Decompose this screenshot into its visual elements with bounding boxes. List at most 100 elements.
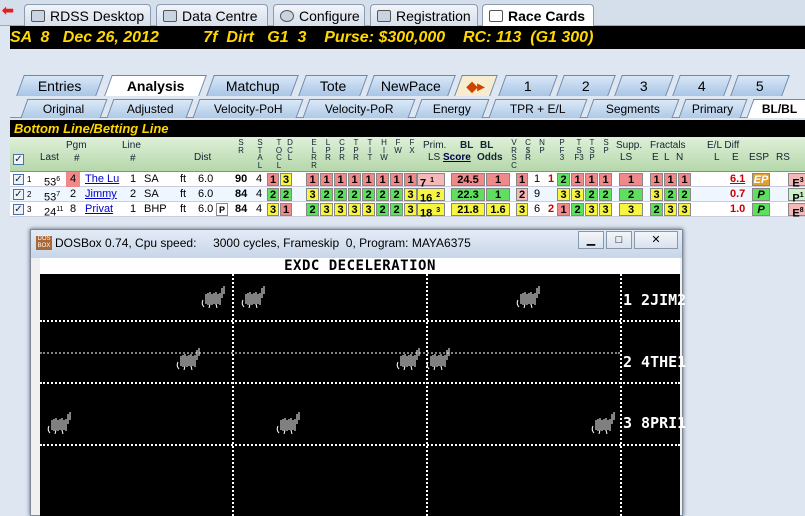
esp-value: P: [752, 203, 770, 216]
el-value: 3: [334, 203, 347, 216]
fractal-value: 3: [678, 203, 691, 216]
close-button[interactable]: ✕: [634, 231, 678, 249]
subtab-tpr-el[interactable]: TPR + E/L: [488, 99, 588, 118]
header-fr-n: N: [676, 152, 684, 163]
t2-value: 2: [280, 188, 292, 201]
subtab-primary[interactable]: Primary: [678, 99, 748, 118]
subtab-velocity-por[interactable]: Velocity-PoR: [302, 99, 416, 118]
tab-newpace[interactable]: NewPace: [366, 75, 456, 96]
row-number: 2: [27, 190, 32, 199]
tab-label: NewPace: [380, 78, 441, 94]
header-fractals: Fractals: [650, 140, 686, 151]
fractal-value: 3: [664, 203, 677, 216]
table-row[interactable]: ✓ 3 2411 8 Privat 1 BHP ft 6.0 P 84 4 3 1 2 3 3 3 3 2 2 3 18 3 2…: [10, 202, 805, 220]
app-tab-bar: ⬅ RDSS Desktop Data Centre Configure Reg…: [0, 0, 805, 27]
el-value: 1: [404, 173, 417, 186]
surface: ft: [180, 188, 187, 200]
header-odds[interactable]: Odds: [477, 153, 503, 163]
pt-value: 1: [571, 173, 584, 186]
horse-sprite-icon: [516, 286, 540, 308]
header-tf3: T S F3: [574, 138, 584, 162]
header-pf3: PF3: [559, 138, 565, 162]
tab-data-centre[interactable]: Data Centre: [156, 4, 268, 26]
t2-value: 1: [280, 203, 292, 216]
el-value: 2: [320, 188, 333, 201]
tab-matchup[interactable]: Matchup: [206, 75, 299, 96]
horse-name-link[interactable]: Jimmy: [85, 187, 117, 202]
tab-special[interactable]: ◆▸: [454, 75, 498, 96]
table-row[interactable]: ✓ 2 537 2 Jimmy 2 SA ft 6.0 84 4 2 2 3 2 2 2 2 2 2 3 16 2 22.3 1…: [10, 187, 805, 205]
horse-name-link[interactable]: Privat: [85, 202, 113, 217]
tab-registration[interactable]: Registration: [370, 4, 478, 26]
t1-value: 2: [267, 188, 279, 201]
subtab-bl-bl[interactable]: BL/BL: [746, 99, 805, 118]
el-value: 1: [334, 173, 347, 186]
el-diff-value: 1.0: [730, 203, 746, 215]
el-value: 2: [376, 188, 389, 201]
dos-screen-title: EXDC DECELERATION: [40, 258, 680, 274]
dosbox-window[interactable]: DOSBox 0.74, Cpu speed: 3000 cycles, Fra…: [30, 229, 686, 516]
header-fr-e: E: [652, 152, 659, 163]
header-line: Line: [122, 140, 141, 151]
tab-entries[interactable]: Entries: [16, 75, 104, 96]
tab-label: Velocity-PoR: [324, 102, 394, 116]
tab-label: Adjusted: [126, 102, 174, 116]
subtab-original[interactable]: Original: [20, 99, 108, 118]
supp-ls: 2: [619, 188, 643, 201]
dos-screen[interactable]: EXDC DECELERATION 1 2JIM2 2 4THE1 3 8PRI…: [40, 258, 686, 516]
section-title: Bottom Line/Betting Line: [10, 120, 805, 137]
lane-divider: [40, 444, 680, 446]
tab-configure[interactable]: Configure: [273, 4, 365, 26]
pt-value: 1: [585, 173, 598, 186]
maximize-button[interactable]: □: [606, 231, 632, 249]
distance-marker: [232, 274, 234, 516]
pt-value: 3: [599, 203, 612, 216]
race-header: SA 8 Dec 26, 2012 7f Dirt G1 3 Purse: $3…: [10, 26, 805, 49]
minimize-button[interactable]: ▁: [578, 231, 604, 249]
b-value: 4: [256, 188, 263, 200]
el-value: 3: [404, 203, 417, 216]
subtab-segments[interactable]: Segments: [586, 99, 680, 118]
row-checkbox[interactable]: ✓: [13, 174, 24, 185]
header-el-l: L: [714, 152, 720, 163]
b-value: 4: [256, 173, 263, 185]
el-value: 1: [362, 173, 375, 186]
header-tsp: TSP: [589, 138, 595, 162]
tab-label: 2: [581, 78, 590, 94]
subtab-adjusted[interactable]: Adjusted: [106, 99, 194, 118]
horse-sprite-icon: [241, 286, 265, 308]
tab-3[interactable]: 3: [614, 75, 674, 96]
tab-4[interactable]: 4: [672, 75, 732, 96]
v-value: 2: [516, 188, 528, 201]
tab-label: Primary: [692, 102, 734, 116]
bl-odds: 1: [486, 173, 510, 186]
t1-value: 3: [267, 203, 279, 216]
tab-tote[interactable]: Tote: [298, 75, 368, 96]
tab-5[interactable]: 5: [730, 75, 790, 96]
row-checkbox[interactable]: ✓: [13, 204, 24, 215]
header-hiw: HIW: [380, 138, 388, 162]
subtab-energy[interactable]: Energy: [414, 99, 490, 118]
tab-label: Matchup: [225, 78, 280, 94]
tab-label: BL/BL: [762, 102, 798, 116]
tab-2[interactable]: 2: [556, 75, 616, 96]
el-value: 3: [404, 188, 417, 201]
header-last: Last: [40, 152, 59, 163]
rs-value: E3: [788, 173, 805, 190]
subtab-velocity-poh[interactable]: Velocity-PoH: [192, 99, 304, 118]
t1-value: 1: [267, 173, 279, 186]
tab-label: Race Cards: [508, 8, 586, 24]
table-row[interactable]: ✓ 1 536 4 The Lu 1 SA ft 6.0 90 4 1 3 1 1 1 1 1 1 1 1 7 1 24.5 1…: [10, 172, 805, 190]
header-score[interactable]: Score: [443, 153, 471, 163]
tab-rdss-desktop[interactable]: RDSS Desktop: [24, 4, 151, 26]
el-value: 1: [390, 173, 403, 186]
back-arrow-icon[interactable]: ⬅: [2, 3, 20, 18]
header-supp: Supp.: [616, 140, 643, 151]
tab-race-cards[interactable]: Race Cards: [482, 4, 594, 27]
horse-name-link[interactable]: The Lu: [85, 172, 119, 187]
tab-analysis[interactable]: Analysis: [104, 75, 207, 96]
select-all-checkbox[interactable]: ✓: [13, 154, 24, 165]
row-checkbox[interactable]: ✓: [13, 189, 24, 200]
lane-divider: [40, 320, 680, 322]
tab-1[interactable]: 1: [498, 75, 558, 96]
